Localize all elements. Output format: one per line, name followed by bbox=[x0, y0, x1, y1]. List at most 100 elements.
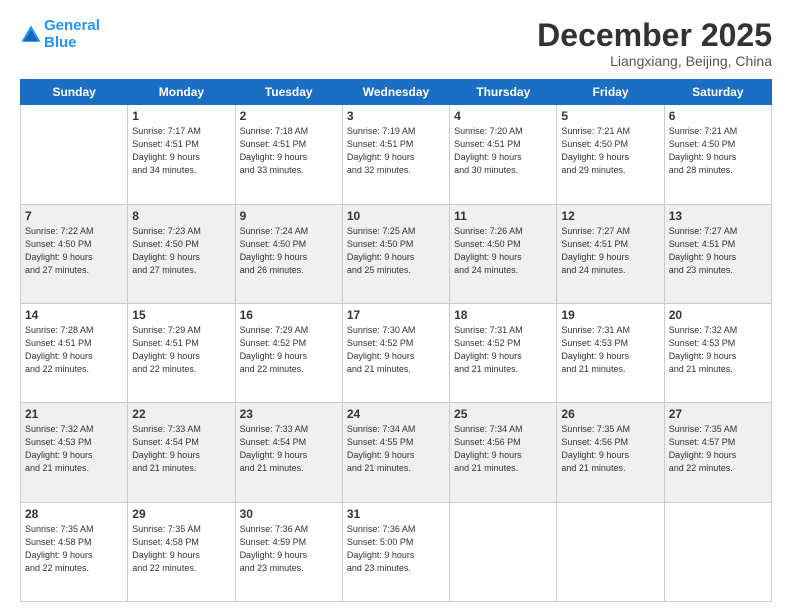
day-number: 17 bbox=[347, 308, 445, 322]
day-info: Sunrise: 7:28 AM Sunset: 4:51 PM Dayligh… bbox=[25, 324, 123, 376]
day-info: Sunrise: 7:30 AM Sunset: 4:52 PM Dayligh… bbox=[347, 324, 445, 376]
day-info: Sunrise: 7:33 AM Sunset: 4:54 PM Dayligh… bbox=[132, 423, 230, 475]
calendar-table: Sunday Monday Tuesday Wednesday Thursday… bbox=[20, 79, 772, 602]
day-info: Sunrise: 7:27 AM Sunset: 4:51 PM Dayligh… bbox=[561, 225, 659, 277]
day-info: Sunrise: 7:34 AM Sunset: 4:56 PM Dayligh… bbox=[454, 423, 552, 475]
day-number: 15 bbox=[132, 308, 230, 322]
day-number: 8 bbox=[132, 209, 230, 223]
calendar-week-row: 7 Sunrise: 7:22 AM Sunset: 4:50 PM Daylig… bbox=[21, 204, 772, 303]
day-number: 4 bbox=[454, 109, 552, 123]
day-info: Sunrise: 7:29 AM Sunset: 4:52 PM Dayligh… bbox=[240, 324, 338, 376]
day-number: 25 bbox=[454, 407, 552, 421]
col-wednesday: Wednesday bbox=[342, 80, 449, 105]
day-info: Sunrise: 7:22 AM Sunset: 4:50 PM Dayligh… bbox=[25, 225, 123, 277]
subtitle: Liangxiang, Beijing, China bbox=[537, 53, 772, 69]
day-number: 6 bbox=[669, 109, 767, 123]
day-number: 2 bbox=[240, 109, 338, 123]
table-row: 3 Sunrise: 7:19 AM Sunset: 4:51 PM Daylig… bbox=[342, 105, 449, 204]
logo-icon bbox=[20, 24, 42, 46]
table-row bbox=[664, 502, 771, 601]
day-info: Sunrise: 7:36 AM Sunset: 5:00 PM Dayligh… bbox=[347, 523, 445, 575]
col-thursday: Thursday bbox=[450, 80, 557, 105]
day-number: 26 bbox=[561, 407, 659, 421]
table-row: 16Sunrise: 7:29 AM Sunset: 4:52 PM Dayli… bbox=[235, 303, 342, 402]
table-row: 19 Sunrise: 7:31 AM Sunset: 4:53 PM Dayli… bbox=[557, 303, 664, 402]
calendar-week-row: 1Sunrise: 7:17 AM Sunset: 4:51 PM Daylig… bbox=[21, 105, 772, 204]
table-row: 29 Sunrise: 7:35 AM Sunset: 4:58 PM Dayli… bbox=[128, 502, 235, 601]
day-info: Sunrise: 7:32 AM Sunset: 4:53 PM Dayligh… bbox=[669, 324, 767, 376]
day-number: 12 bbox=[561, 209, 659, 223]
day-info: Sunrise: 7:19 AM Sunset: 4:51 PM Dayligh… bbox=[347, 125, 445, 177]
day-info: Sunrise: 7:23 AM Sunset: 4:50 PM Dayligh… bbox=[132, 225, 230, 277]
col-tuesday: Tuesday bbox=[235, 80, 342, 105]
day-info: Sunrise: 7:21 AM Sunset: 4:50 PM Dayligh… bbox=[561, 125, 659, 177]
table-row: 1Sunrise: 7:17 AM Sunset: 4:51 PM Daylig… bbox=[128, 105, 235, 204]
day-info: Sunrise: 7:25 AM Sunset: 4:50 PM Dayligh… bbox=[347, 225, 445, 277]
col-friday: Friday bbox=[557, 80, 664, 105]
table-row: 18 Sunrise: 7:31 AM Sunset: 4:52 PM Dayli… bbox=[450, 303, 557, 402]
day-info: Sunrise: 7:35 AM Sunset: 4:57 PM Dayligh… bbox=[669, 423, 767, 475]
day-number: 18 bbox=[454, 308, 552, 322]
day-number: 9 bbox=[240, 209, 338, 223]
day-number: 21 bbox=[25, 407, 123, 421]
day-info: Sunrise: 7:31 AM Sunset: 4:53 PM Dayligh… bbox=[561, 324, 659, 376]
header: General Blue December 2025 Liangxiang, B… bbox=[20, 18, 772, 69]
table-row: 28Sunrise: 7:35 AM Sunset: 4:58 PM Dayli… bbox=[21, 502, 128, 601]
logo-text: General Blue bbox=[44, 18, 100, 51]
table-row: 26 Sunrise: 7:35 AM Sunset: 4:56 PM Dayli… bbox=[557, 403, 664, 502]
table-row: 25 Sunrise: 7:34 AM Sunset: 4:56 PM Dayli… bbox=[450, 403, 557, 502]
table-row: 2Sunrise: 7:18 AM Sunset: 4:51 PM Daylig… bbox=[235, 105, 342, 204]
table-row: 24 Sunrise: 7:34 AM Sunset: 4:55 PM Dayli… bbox=[342, 403, 449, 502]
day-info: Sunrise: 7:29 AM Sunset: 4:51 PM Dayligh… bbox=[132, 324, 230, 376]
table-row: 31 Sunrise: 7:36 AM Sunset: 5:00 PM Dayli… bbox=[342, 502, 449, 601]
day-info: Sunrise: 7:21 AM Sunset: 4:50 PM Dayligh… bbox=[669, 125, 767, 177]
day-number: 29 bbox=[132, 507, 230, 521]
day-number: 24 bbox=[347, 407, 445, 421]
table-row: 21 Sunrise: 7:32 AM Sunset: 4:53 PM Dayli… bbox=[21, 403, 128, 502]
calendar-week-row: 28 Sunrise: 7:35 AM Sunset: 4:58 PM Dayli… bbox=[21, 502, 772, 601]
table-row: 22 Sunrise: 7:33 AM Sunset: 4:54 PM Dayli… bbox=[128, 403, 235, 502]
day-number: 30 bbox=[240, 507, 338, 521]
day-info: Sunrise: 7:26 AM Sunset: 4:50 PM Dayligh… bbox=[454, 225, 552, 277]
day-number: 31 bbox=[347, 507, 445, 521]
col-sunday: Sunday bbox=[21, 80, 128, 105]
page: General Blue December 2025 Liangxiang, B… bbox=[0, 0, 792, 612]
table-row: 17 Sunrise: 7:30 AM Sunset: 4:52 PM Dayli… bbox=[342, 303, 449, 402]
day-info: Sunrise: 7:31 AM Sunset: 4:52 PM Dayligh… bbox=[454, 324, 552, 376]
day-info: Sunrise: 7:34 AM Sunset: 4:55 PM Dayligh… bbox=[347, 423, 445, 475]
day-number: 13 bbox=[669, 209, 767, 223]
day-number: 10 bbox=[347, 209, 445, 223]
day-number: 27 bbox=[669, 407, 767, 421]
table-row: 10 Sunrise: 7:25 AM Sunset: 4:50 PM Dayli… bbox=[342, 204, 449, 303]
day-number: 23 bbox=[240, 407, 338, 421]
title-area: December 2025 Liangxiang, Beijing, China bbox=[537, 18, 772, 69]
day-info: Sunrise: 7:36 AM Sunset: 4:59 PM Dayligh… bbox=[240, 523, 338, 575]
table-row bbox=[557, 502, 664, 601]
day-number: 3 bbox=[347, 109, 445, 123]
day-info: Sunrise: 7:35 AM Sunset: 4:58 PM Dayligh… bbox=[132, 523, 230, 575]
table-row: 15 Sunrise: 7:29 AM Sunset: 4:51 PM Dayli… bbox=[128, 303, 235, 402]
day-number: 7 bbox=[25, 209, 123, 223]
table-row: 23Sunrise: 7:33 AM Sunset: 4:54 PM Dayli… bbox=[235, 403, 342, 502]
calendar-week-row: 14 Sunrise: 7:28 AM Sunset: 4:51 PM Dayli… bbox=[21, 303, 772, 402]
day-number: 28 bbox=[25, 507, 123, 521]
day-info: Sunrise: 7:20 AM Sunset: 4:51 PM Dayligh… bbox=[454, 125, 552, 177]
day-number: 14 bbox=[25, 308, 123, 322]
day-number: 22 bbox=[132, 407, 230, 421]
logo: General Blue bbox=[20, 18, 100, 51]
table-row: 27 Sunrise: 7:35 AM Sunset: 4:57 PM Dayli… bbox=[664, 403, 771, 502]
day-info: Sunrise: 7:27 AM Sunset: 4:51 PM Dayligh… bbox=[669, 225, 767, 277]
day-info: Sunrise: 7:17 AM Sunset: 4:51 PM Dayligh… bbox=[132, 125, 230, 177]
calendar-week-row: 21 Sunrise: 7:32 AM Sunset: 4:53 PM Dayli… bbox=[21, 403, 772, 502]
table-row: 7 Sunrise: 7:22 AM Sunset: 4:50 PM Daylig… bbox=[21, 204, 128, 303]
day-info: Sunrise: 7:35 AM Sunset: 4:56 PM Dayligh… bbox=[561, 423, 659, 475]
day-number: 19 bbox=[561, 308, 659, 322]
table-row: 6 Sunrise: 7:21 AM Sunset: 4:50 PM Daylig… bbox=[664, 105, 771, 204]
table-row: 20Sunrise: 7:32 AM Sunset: 4:53 PM Dayli… bbox=[664, 303, 771, 402]
table-row: 30 Sunrise: 7:36 AM Sunset: 4:59 PM Dayli… bbox=[235, 502, 342, 601]
day-info: Sunrise: 7:32 AM Sunset: 4:53 PM Dayligh… bbox=[25, 423, 123, 475]
table-row bbox=[450, 502, 557, 601]
table-row: 14 Sunrise: 7:28 AM Sunset: 4:51 PM Dayli… bbox=[21, 303, 128, 402]
table-row: 12 Sunrise: 7:27 AM Sunset: 4:51 PM Dayli… bbox=[557, 204, 664, 303]
table-row: 8 Sunrise: 7:23 AM Sunset: 4:50 PM Daylig… bbox=[128, 204, 235, 303]
